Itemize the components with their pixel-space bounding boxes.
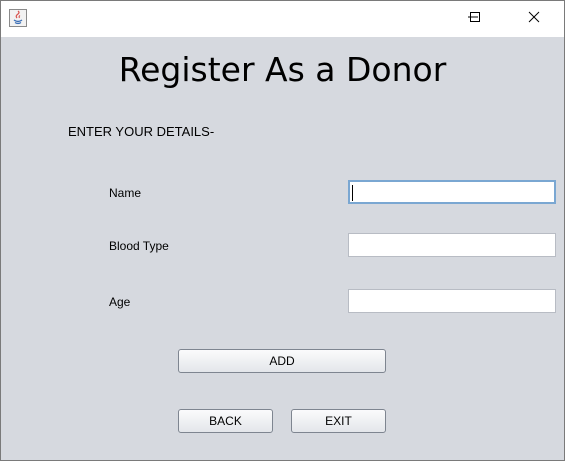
maximize-icon: [469, 10, 481, 28]
title-bar[interactable]: [1, 1, 564, 37]
text-caret: [352, 185, 353, 201]
name-input[interactable]: [348, 180, 556, 204]
add-button[interactable]: ADD: [178, 349, 386, 373]
details-subheading: ENTER YOUR DETAILS-: [68, 124, 215, 139]
app-window: Register As a Donor ENTER YOUR DETAILS- …: [0, 0, 565, 461]
close-icon: [528, 10, 540, 28]
name-label: Name: [109, 186, 142, 200]
close-button[interactable]: [508, 1, 560, 37]
blood-type-label: Blood Type: [109, 239, 169, 253]
java-app-icon[interactable]: [9, 9, 27, 27]
exit-button[interactable]: EXIT: [291, 409, 386, 433]
maximize-button[interactable]: [452, 1, 498, 37]
back-button[interactable]: BACK: [178, 409, 273, 433]
blood-type-input[interactable]: [348, 233, 556, 257]
age-label: Age: [109, 295, 131, 309]
page-title: Register As a Donor: [118, 50, 447, 89]
age-input[interactable]: [348, 289, 556, 313]
